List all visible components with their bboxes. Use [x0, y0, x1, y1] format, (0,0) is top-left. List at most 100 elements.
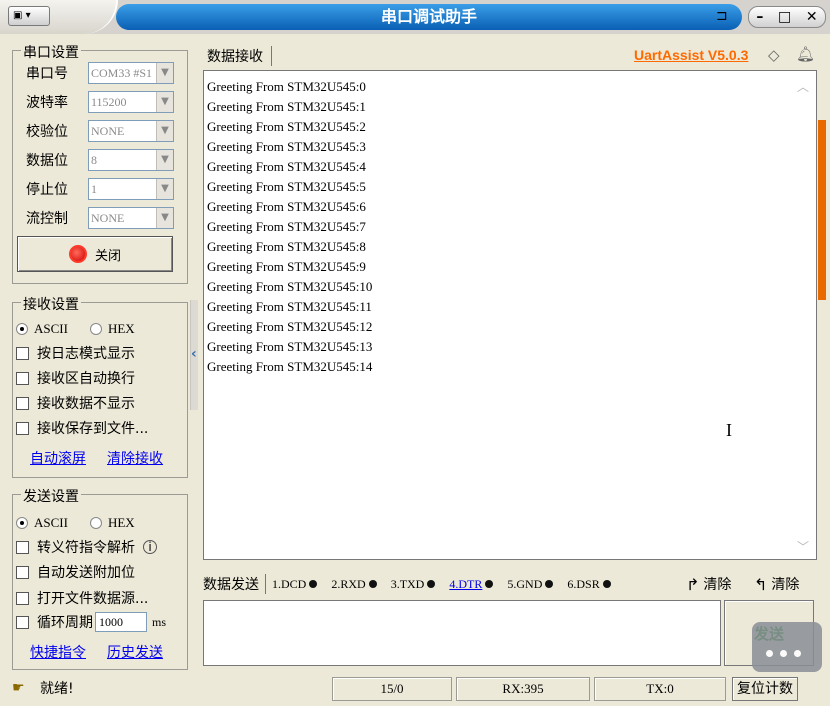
file-source-checkbox[interactable] — [16, 591, 29, 605]
data-bits-select[interactable]: 8 ▼ — [88, 149, 174, 171]
receive-hex-radio[interactable] — [89, 323, 102, 335]
auto-wrap-checkbox[interactable] — [16, 371, 29, 385]
close-port-button[interactable]: 关闭 — [17, 236, 173, 272]
send-ascii-label: ASCII — [34, 515, 68, 530]
tab-receive[interactable]: 数据接收 — [207, 46, 272, 66]
serial-settings-title: 串口设置 — [21, 42, 81, 62]
gem-icon[interactable]: ◇ — [768, 46, 780, 64]
receive-line: Greeting From STM32U545:1 — [207, 99, 366, 114]
pin-led-icon — [309, 580, 318, 588]
chevron-down-icon[interactable]: ▼ — [156, 179, 173, 199]
chevron-down-icon[interactable]: ▼ — [156, 92, 173, 112]
auto-append-label: 自动发送附加位 — [37, 565, 135, 581]
window-controls: – □ ✕ — [748, 6, 826, 28]
minimize-icon[interactable]: – — [756, 9, 763, 25]
receive-option-row: 接收区自动换行 — [16, 368, 135, 388]
pin-led-icon — [545, 580, 554, 588]
stop-bits-row: 停止位 1 ▼ — [26, 178, 174, 200]
port-value: COM33 #S1 — [91, 66, 153, 80]
shortcut-commands-link[interactable]: 快捷指令 — [30, 642, 86, 662]
autoscroll-link[interactable]: 自动滚屏 — [30, 448, 86, 468]
bell-icon[interactable]: 🔔︎ — [796, 45, 815, 63]
parity-select[interactable]: NONE ▼ — [88, 120, 174, 142]
file-source-label: 打开文件数据源... — [37, 591, 149, 607]
system-menu-button[interactable]: ▣ ▾ — [8, 6, 50, 26]
send-settings-title: 发送设置 — [21, 486, 81, 506]
maximize-icon[interactable]: □ — [778, 9, 791, 25]
scroll-down-icon[interactable]: ﹀ — [797, 538, 809, 555]
receive-line: Greeting From STM32U545:8 — [207, 239, 366, 254]
send-option-row: 打开文件数据源... — [16, 588, 148, 608]
chat-bubble-icon[interactable] — [752, 622, 822, 672]
receive-line: Greeting From STM32U545:14 — [207, 359, 373, 374]
clear-send-button[interactable]: ↱ 清除 — [686, 574, 731, 594]
escape-parse-label: 转义符指令解析 — [37, 540, 135, 556]
flow-control-row: 流控制 NONE ▼ — [26, 207, 174, 229]
pin-led-icon — [602, 580, 611, 588]
save-to-file-label: 接收保存到文件... — [37, 421, 149, 437]
receive-mode-radios: ASCII HEX — [16, 321, 135, 337]
send-hex-radio[interactable] — [89, 517, 102, 529]
escape-parse-checkbox[interactable] — [16, 540, 29, 554]
receive-line: Greeting From STM32U545:0 — [207, 79, 366, 94]
receive-ascii-radio[interactable] — [16, 323, 28, 335]
title-bar-left: ▣ ▾ — [0, 0, 118, 34]
clear-receive-link[interactable]: 清除接收 — [107, 448, 163, 468]
chevron-down-icon[interactable]: ▼ — [156, 63, 173, 83]
receive-line: Greeting From STM32U545:5 — [207, 179, 366, 194]
log-mode-checkbox[interactable] — [16, 346, 29, 360]
baud-rate-select[interactable]: 115200 ▼ — [88, 91, 174, 113]
flow-control-label: 流控制 — [26, 211, 68, 227]
hide-receive-checkbox[interactable] — [16, 396, 29, 410]
rx-count: RX:395 — [456, 677, 590, 701]
close-icon[interactable]: ✕ — [806, 9, 818, 25]
chat-dot — [780, 650, 787, 657]
chevron-down-icon[interactable]: ▼ — [156, 150, 173, 170]
clear-all-button[interactable]: ↰ 清除 — [754, 574, 799, 594]
receive-line: Greeting From STM32U545:7 — [207, 219, 366, 234]
status-text: 就绪! — [40, 681, 74, 697]
tab-separator — [265, 574, 266, 594]
pin-label: 5.GND — [507, 576, 543, 591]
reset-count-button[interactable]: 复位计数 — [732, 677, 798, 701]
log-mode-label: 按日志模式显示 — [37, 346, 135, 362]
chevron-down-icon[interactable]: ▼ — [156, 121, 173, 141]
receive-scrollbar[interactable]: ︿ ﹀ — [790, 72, 816, 558]
receive-text-area[interactable]: Greeting From STM32U545:0 Greeting From S… — [203, 70, 817, 560]
send-history-link[interactable]: 历史发送 — [107, 642, 163, 662]
close-port-label: 关闭 — [94, 248, 121, 264]
baud-rate-value: 115200 — [91, 95, 127, 109]
clear-all-label: 清除 — [771, 577, 800, 593]
pin-status-item[interactable]: 4.DTR — [449, 577, 494, 592]
tab-send[interactable]: 数据发送 — [203, 574, 259, 594]
save-to-file-checkbox[interactable] — [16, 421, 29, 435]
title-bar-center: 串口调试助手 — [116, 4, 742, 30]
cycle-checkbox[interactable] — [16, 615, 29, 629]
collapse-left-icon[interactable]: ‹ — [191, 346, 197, 362]
port-select[interactable]: COM33 #S1 ▼ — [88, 62, 174, 84]
send-text-area[interactable] — [203, 600, 721, 666]
info-icon[interactable]: i — [143, 540, 157, 554]
send-ascii-radio[interactable] — [16, 517, 28, 529]
chevron-down-icon[interactable]: ▼ — [156, 208, 173, 228]
stop-bits-label: 停止位 — [26, 182, 68, 198]
pin-status-list: 1.DCD 2.RXD 3.TXD 4.DTR 5.GND 6.DSR — [272, 577, 625, 592]
panel-splitter[interactable]: ‹ — [190, 300, 198, 410]
auto-append-checkbox[interactable] — [16, 565, 29, 579]
receive-ascii-label: ASCII — [34, 321, 68, 336]
tab-receive-label: 数据接收 — [207, 49, 263, 65]
data-bits-value: 8 — [91, 153, 97, 167]
receive-settings-title: 接收设置 — [21, 294, 81, 314]
pin-led-icon — [485, 580, 494, 588]
pin-icon[interactable]: ⊐ — [716, 8, 728, 24]
clear-send-icon: ↱ — [686, 574, 700, 594]
chat-dot — [794, 650, 801, 657]
clear-send-label: 清除 — [703, 577, 732, 593]
pin-label: 1.DCD — [272, 576, 307, 591]
hand-pointer-icon: ☛ — [12, 680, 25, 696]
scroll-up-icon[interactable]: ︿ — [797, 78, 809, 95]
brand-link[interactable]: UartAssist V5.0.3 — [634, 47, 748, 63]
stop-bits-select[interactable]: 1 ▼ — [88, 178, 174, 200]
flow-control-select[interactable]: NONE ▼ — [88, 207, 174, 229]
cycle-period-input[interactable]: 1000 — [95, 612, 147, 632]
